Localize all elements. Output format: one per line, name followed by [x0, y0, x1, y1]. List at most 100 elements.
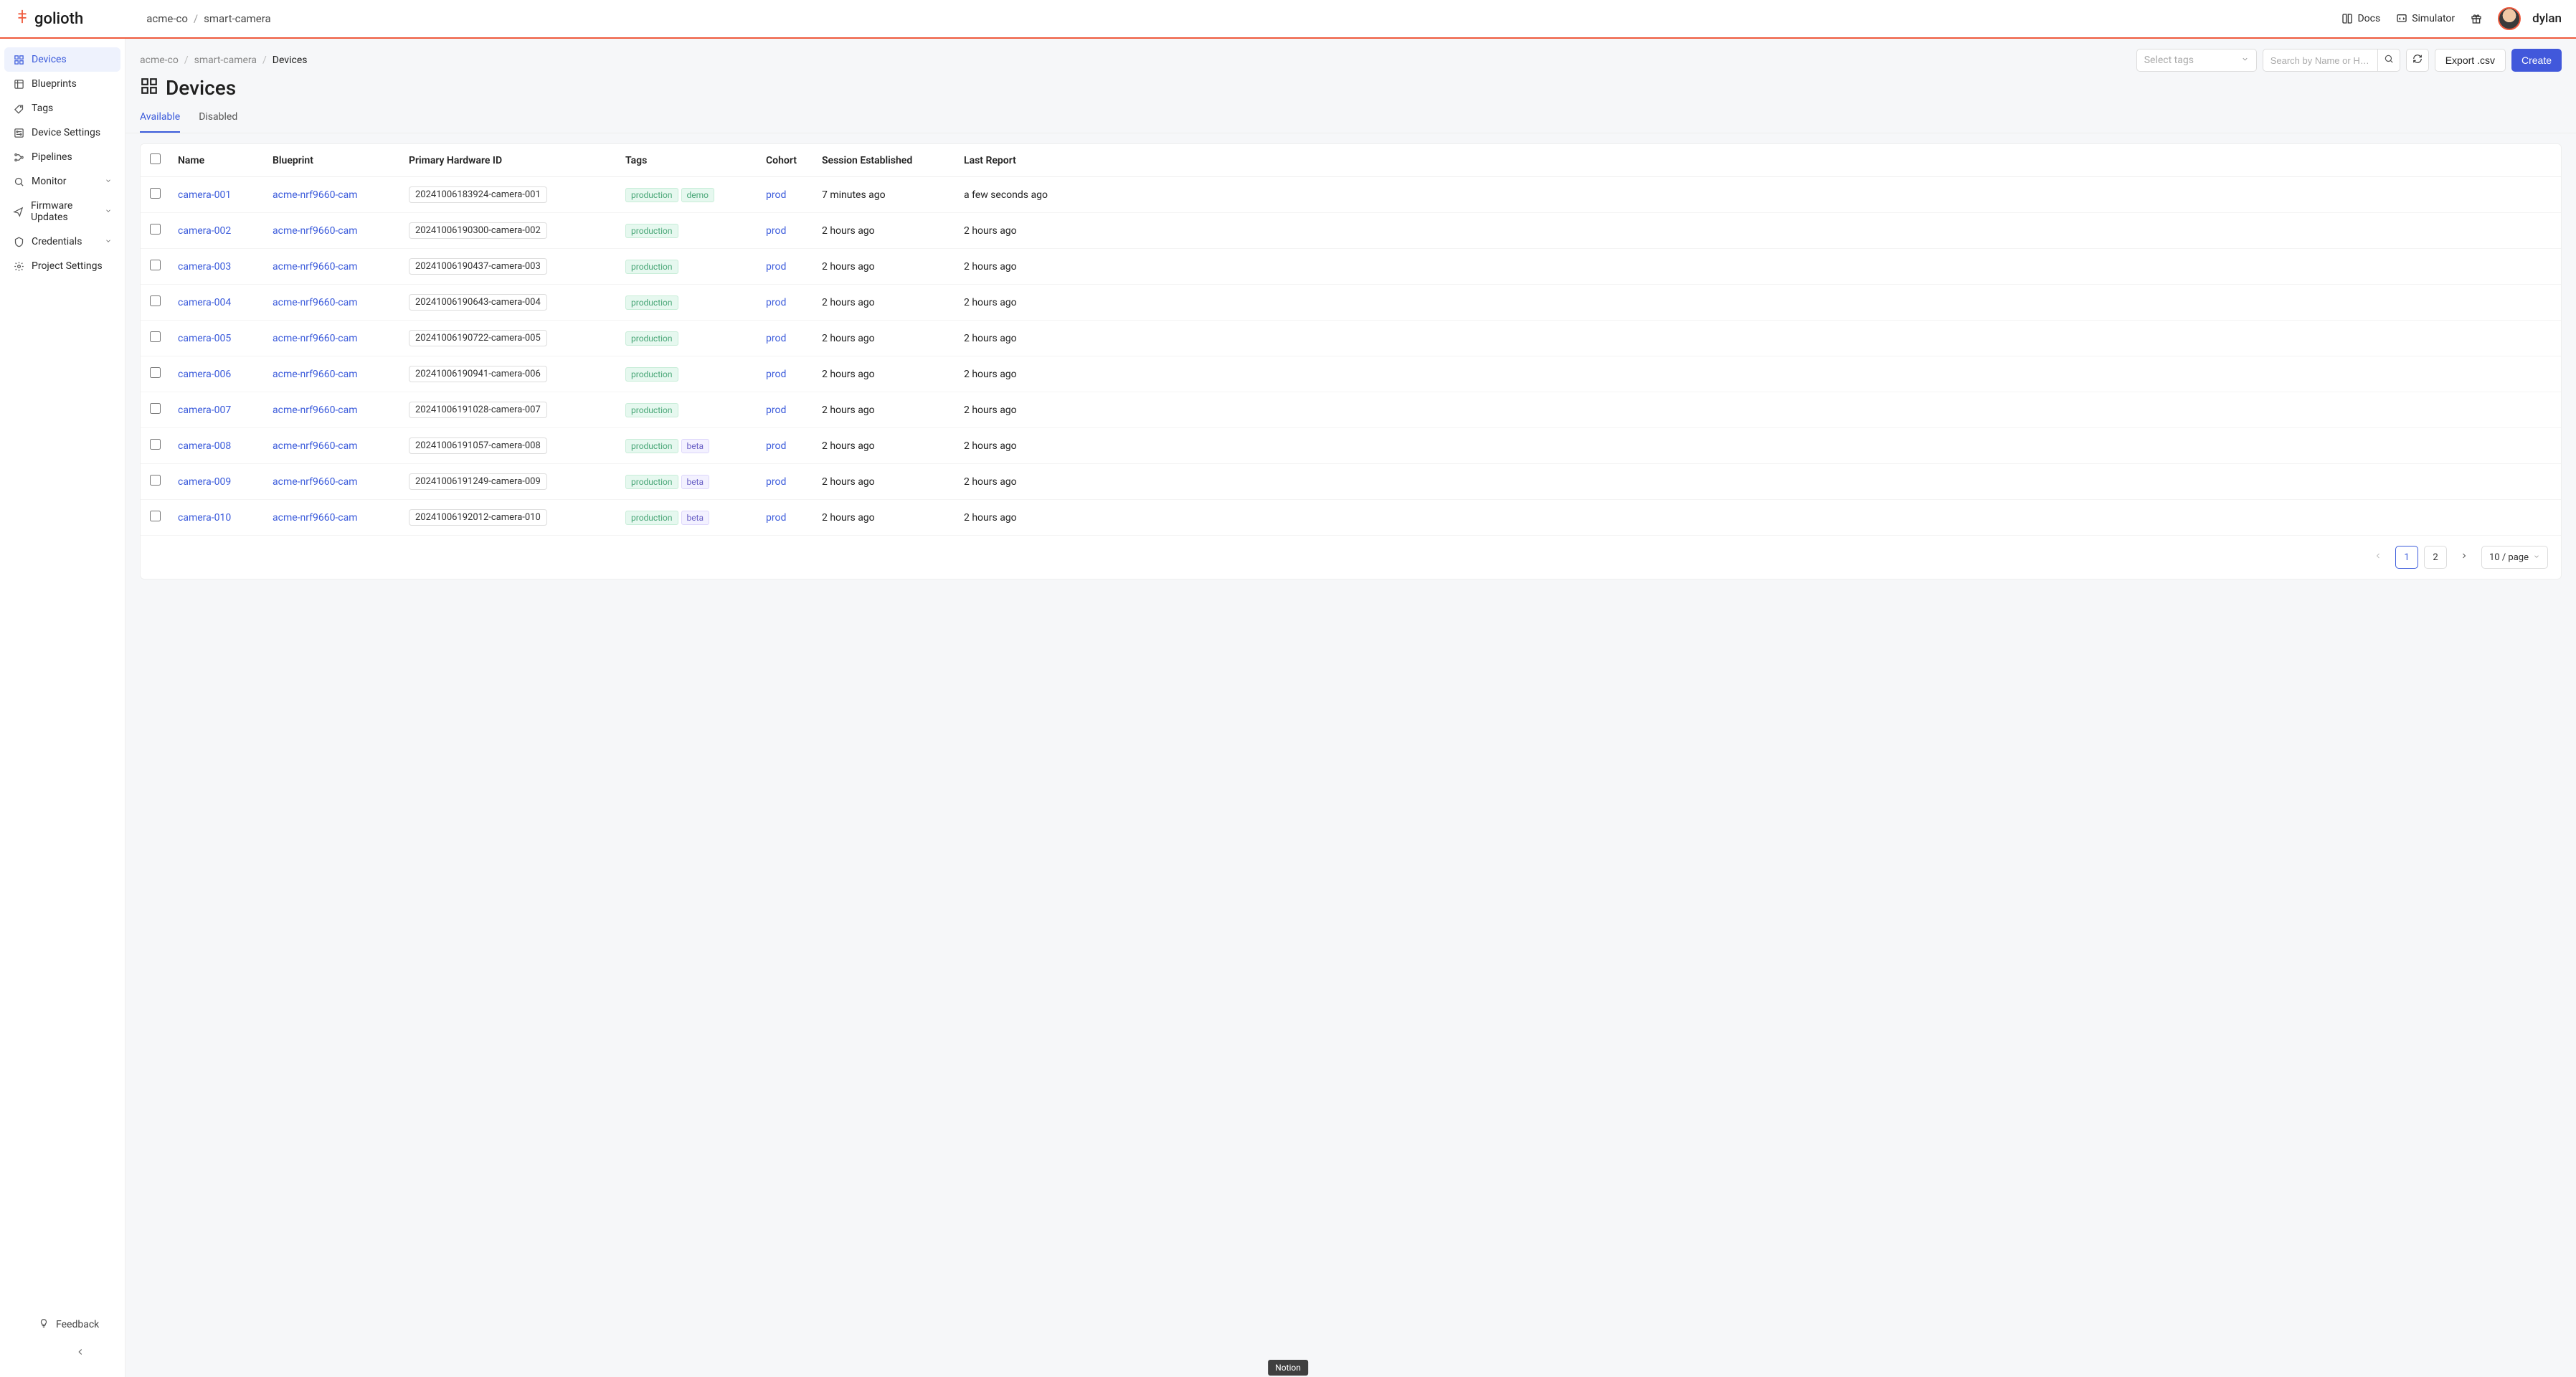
device-name-link[interactable]: camera-005	[178, 333, 231, 344]
row-checkbox[interactable]	[150, 331, 161, 342]
tag-production[interactable]: production	[625, 188, 678, 202]
device-name-link[interactable]: camera-004	[178, 297, 231, 308]
sidebar-item-label: Monitor	[32, 176, 67, 187]
tag-beta[interactable]: beta	[681, 475, 710, 489]
cohort-link[interactable]: prod	[766, 476, 786, 488]
hardware-id: 20241006190643-camera-004	[409, 294, 547, 311]
tag-beta[interactable]: beta	[681, 439, 710, 453]
cohort-link[interactable]: prod	[766, 440, 786, 452]
tag-production[interactable]: production	[625, 224, 678, 238]
sidebar-item-blueprints[interactable]: Blueprints	[4, 72, 120, 96]
device-name-link[interactable]: camera-002	[178, 225, 231, 237]
cohort-link[interactable]: prod	[766, 404, 786, 416]
tag-production[interactable]: production	[625, 260, 678, 274]
crumb-project[interactable]: smart-camera	[194, 55, 257, 66]
gift-icon[interactable]	[2471, 13, 2482, 24]
page-2-button[interactable]: 2	[2424, 546, 2447, 569]
blueprint-link[interactable]: acme-nrf9660-cam	[273, 440, 358, 452]
avatar[interactable]	[2498, 7, 2521, 30]
cohort-link[interactable]: prod	[766, 261, 786, 273]
blueprint-link[interactable]: acme-nrf9660-cam	[273, 261, 358, 273]
username[interactable]: dylan	[2532, 11, 2562, 26]
blueprint-link[interactable]: acme-nrf9660-cam	[273, 476, 358, 488]
feedback-link[interactable]: Feedback	[29, 1311, 120, 1338]
device-name-link[interactable]: camera-007	[178, 404, 231, 416]
tab-available[interactable]: Available	[140, 111, 180, 133]
chevron-left-icon	[2374, 552, 2382, 563]
row-checkbox[interactable]	[150, 475, 161, 486]
sidebar-item-pipelines[interactable]: Pipelines	[4, 145, 120, 169]
device-name-link[interactable]: camera-001	[178, 189, 231, 201]
cohort-link[interactable]: prod	[766, 512, 786, 524]
crumb-org[interactable]: acme-co	[140, 55, 179, 66]
row-checkbox[interactable]	[150, 224, 161, 235]
prev-page-button[interactable]	[2367, 546, 2390, 569]
search-button[interactable]	[2377, 49, 2400, 72]
tag-production[interactable]: production	[625, 367, 678, 382]
blueprint-link[interactable]: acme-nrf9660-cam	[273, 333, 358, 344]
table-row: camera-007 acme-nrf9660-cam 20241006191028…	[141, 392, 2561, 428]
cohort-link[interactable]: prod	[766, 225, 786, 237]
row-checkbox[interactable]	[150, 188, 161, 199]
cohort-link[interactable]: prod	[766, 297, 786, 308]
row-checkbox[interactable]	[150, 367, 161, 378]
cohort-link[interactable]: prod	[766, 333, 786, 344]
last-report-cell: 2 hours ago	[955, 213, 2561, 249]
sidebar-item-project-settings[interactable]: Project Settings	[4, 254, 120, 278]
device-name-link[interactable]: camera-010	[178, 512, 231, 524]
row-checkbox[interactable]	[150, 511, 161, 521]
session-cell: 2 hours ago	[813, 428, 955, 464]
device-name-link[interactable]: camera-006	[178, 369, 231, 380]
breadcrumb-org[interactable]: acme-co	[146, 12, 188, 25]
device-name-link[interactable]: camera-008	[178, 440, 231, 452]
device-name-link[interactable]: camera-009	[178, 476, 231, 488]
book-icon	[2341, 13, 2353, 24]
select-all-checkbox[interactable]	[150, 153, 161, 164]
tag-production[interactable]: production	[625, 475, 678, 489]
blueprint-link[interactable]: acme-nrf9660-cam	[273, 225, 358, 237]
hardware-id: 20241006191249-camera-009	[409, 473, 547, 490]
row-checkbox[interactable]	[150, 295, 161, 306]
sidebar-item-credentials[interactable]: Credentials	[4, 230, 120, 254]
row-checkbox[interactable]	[150, 260, 161, 270]
tag-beta[interactable]: beta	[681, 511, 710, 525]
sidebar-item-device-settings[interactable]: Device Settings	[4, 120, 120, 145]
collapse-sidebar-button[interactable]	[40, 1338, 120, 1368]
next-page-button[interactable]	[2453, 546, 2476, 569]
tag-production[interactable]: production	[625, 511, 678, 525]
blueprint-link[interactable]: acme-nrf9660-cam	[273, 404, 358, 416]
cohort-link[interactable]: prod	[766, 189, 786, 201]
grid-icon	[13, 54, 24, 65]
sidebar-item-tags[interactable]: Tags	[4, 96, 120, 120]
blueprint-link[interactable]: acme-nrf9660-cam	[273, 512, 358, 524]
breadcrumb-project[interactable]: smart-camera	[204, 12, 271, 25]
page-1-button[interactable]: 1	[2395, 546, 2418, 569]
chevron-right-icon	[2460, 552, 2468, 563]
page-size-select[interactable]: 10 / page	[2481, 546, 2548, 569]
blueprint-link[interactable]: acme-nrf9660-cam	[273, 369, 358, 380]
tag-production[interactable]: production	[625, 403, 678, 417]
hardware-id: 20241006191028-camera-007	[409, 402, 547, 418]
select-tags-dropdown[interactable]: Select tags	[2136, 49, 2257, 72]
tag-production[interactable]: production	[625, 439, 678, 453]
search-input[interactable]	[2263, 49, 2377, 72]
refresh-button[interactable]	[2406, 49, 2429, 72]
sidebar-item-firmware-updates[interactable]: Firmware Updates	[4, 194, 120, 230]
sidebar-item-devices[interactable]: Devices	[4, 47, 120, 72]
tag-production[interactable]: production	[625, 331, 678, 346]
row-checkbox[interactable]	[150, 439, 161, 450]
blueprint-link[interactable]: acme-nrf9660-cam	[273, 189, 358, 201]
tab-disabled[interactable]: Disabled	[199, 111, 237, 133]
blueprint-link[interactable]: acme-nrf9660-cam	[273, 297, 358, 308]
brand-logo[interactable]: golioth	[14, 9, 83, 29]
device-name-link[interactable]: camera-003	[178, 261, 231, 273]
simulator-link[interactable]: Simulator	[2396, 13, 2455, 24]
docs-link[interactable]: Docs	[2341, 13, 2380, 24]
create-button[interactable]: Create	[2511, 49, 2562, 72]
tag-demo[interactable]: demo	[681, 188, 715, 202]
export-button[interactable]: Export .csv	[2435, 49, 2506, 72]
row-checkbox[interactable]	[150, 403, 161, 414]
sidebar-item-monitor[interactable]: Monitor	[4, 169, 120, 194]
tag-production[interactable]: production	[625, 295, 678, 310]
cohort-link[interactable]: prod	[766, 369, 786, 380]
